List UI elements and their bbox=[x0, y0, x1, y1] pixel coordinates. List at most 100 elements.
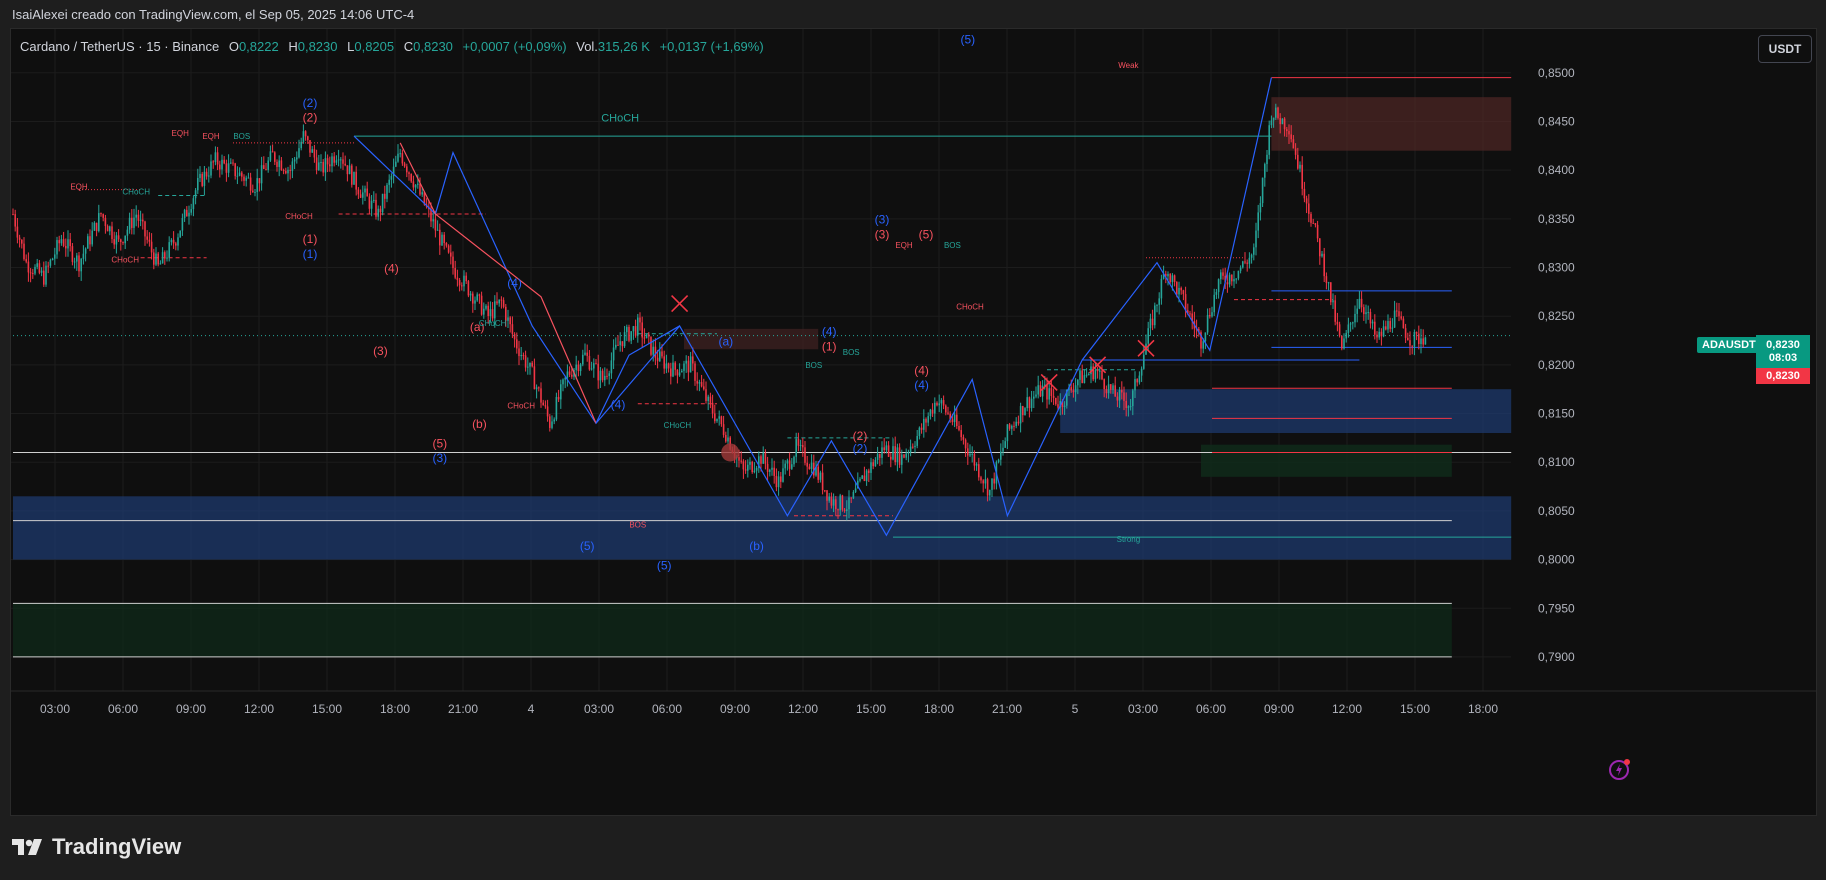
candle-body bbox=[802, 445, 804, 448]
candle-body bbox=[254, 191, 256, 193]
x-tick-label: 15:00 bbox=[1400, 702, 1430, 716]
candle-body bbox=[782, 468, 784, 482]
candle-body bbox=[278, 160, 280, 167]
candle-body bbox=[599, 370, 602, 381]
wave-label: (4) bbox=[507, 276, 522, 290]
candle-body bbox=[630, 331, 632, 341]
candle-body bbox=[1085, 374, 1088, 376]
candle-body bbox=[577, 364, 580, 372]
candle-body bbox=[384, 193, 386, 199]
candle-body bbox=[1033, 396, 1035, 399]
price-chart[interactable]: (2)(2)(1)(1)(4)(3)(5)(3)(a)(b)(4)(4)(5)(… bbox=[11, 29, 1816, 815]
candle-body bbox=[1305, 198, 1308, 204]
candle-body bbox=[318, 162, 320, 171]
candle-body bbox=[1264, 164, 1266, 178]
candle-body bbox=[1281, 118, 1284, 125]
candle-body bbox=[1398, 311, 1400, 317]
candle-body bbox=[348, 165, 351, 175]
candle-body bbox=[188, 212, 190, 217]
candle-body bbox=[1136, 379, 1138, 383]
candle-body bbox=[1279, 118, 1281, 125]
currency-button[interactable]: USDT bbox=[1758, 35, 1812, 63]
candle-body bbox=[1178, 287, 1180, 295]
candle-body bbox=[496, 301, 498, 304]
candle-body bbox=[89, 236, 91, 245]
candle-body bbox=[610, 360, 613, 374]
candle-body bbox=[40, 270, 43, 273]
candle-body bbox=[47, 265, 49, 267]
candle-body bbox=[214, 152, 217, 162]
candle-body bbox=[716, 418, 718, 422]
candle-body bbox=[267, 160, 269, 170]
candle-body bbox=[1343, 338, 1345, 349]
candle-body bbox=[775, 475, 778, 488]
candle-body bbox=[1134, 379, 1136, 391]
candle-body bbox=[929, 409, 932, 417]
candle-body bbox=[1228, 274, 1231, 285]
candle-body bbox=[837, 509, 839, 511]
candle-body bbox=[711, 402, 714, 414]
candle-body bbox=[333, 156, 335, 163]
candle-body bbox=[1365, 312, 1367, 315]
candle-body bbox=[1407, 337, 1409, 341]
alerts-icon[interactable] bbox=[1608, 757, 1632, 781]
chart-area[interactable]: (2) (2) (1) (1) (4) (3) (5) (3) (a) (b) (4) (4) (5)(… bbox=[10, 28, 1817, 816]
candle-body bbox=[652, 346, 654, 355]
candle-body bbox=[1074, 385, 1077, 393]
x-tick-label: 03:00 bbox=[584, 702, 614, 716]
candle-body bbox=[263, 165, 265, 169]
candle-body bbox=[764, 452, 767, 464]
candle-body bbox=[247, 177, 250, 179]
candle-body bbox=[887, 445, 890, 457]
candle-body bbox=[194, 190, 197, 199]
candle-body bbox=[766, 463, 769, 472]
candle-body bbox=[626, 326, 628, 333]
candle-body bbox=[1008, 424, 1011, 429]
candle-body bbox=[683, 363, 685, 371]
candle-body bbox=[1376, 334, 1378, 338]
candle-body bbox=[1019, 406, 1022, 424]
symbol-title[interactable]: Cardano / TetherUS · 15 · Binance bbox=[20, 39, 219, 54]
candle-body bbox=[487, 305, 489, 317]
candle-body bbox=[1081, 370, 1083, 384]
x-tick-label: 21:00 bbox=[448, 702, 478, 716]
candle-body bbox=[1048, 388, 1050, 400]
candle-body bbox=[335, 160, 338, 163]
candle-body bbox=[1118, 389, 1121, 401]
candle-body bbox=[150, 241, 153, 253]
candle-body bbox=[507, 317, 509, 321]
candle-body bbox=[1171, 275, 1174, 282]
candle-body bbox=[232, 162, 234, 164]
candle-body bbox=[210, 161, 212, 176]
chart-caption: IsaiAlexei creado con TradingView.com, e… bbox=[12, 7, 415, 22]
candle-body bbox=[623, 332, 626, 347]
candle-body bbox=[1332, 300, 1334, 303]
y-tick-label: 0,8200 bbox=[1538, 358, 1575, 372]
candle-body bbox=[489, 309, 492, 317]
candle-body bbox=[311, 149, 313, 153]
y-tick-label: 0,8300 bbox=[1538, 261, 1575, 275]
candle-body bbox=[322, 161, 324, 173]
candle-body bbox=[51, 258, 54, 260]
candle-body bbox=[942, 400, 945, 406]
candle-body bbox=[597, 363, 599, 381]
candle-body bbox=[1083, 375, 1086, 384]
candle-body bbox=[687, 360, 690, 373]
candle-body bbox=[181, 218, 184, 231]
candle-body bbox=[1099, 370, 1101, 372]
candle-body bbox=[654, 346, 657, 358]
wave-label: (5) bbox=[960, 33, 975, 47]
candle-body bbox=[1127, 406, 1130, 408]
candle-body bbox=[381, 193, 384, 213]
structure-label: Strong bbox=[1117, 535, 1141, 544]
candle-body bbox=[634, 326, 637, 336]
y-tick-label: 0,8100 bbox=[1538, 455, 1575, 469]
candle-body bbox=[958, 425, 960, 431]
candle-body bbox=[584, 352, 586, 355]
x-tick-label: 06:00 bbox=[108, 702, 138, 716]
candle-body bbox=[172, 239, 175, 244]
brand-logo[interactable]: TradingView bbox=[12, 834, 181, 860]
candle-body bbox=[978, 464, 980, 478]
candle-body bbox=[980, 477, 982, 481]
candle-body bbox=[436, 229, 439, 231]
